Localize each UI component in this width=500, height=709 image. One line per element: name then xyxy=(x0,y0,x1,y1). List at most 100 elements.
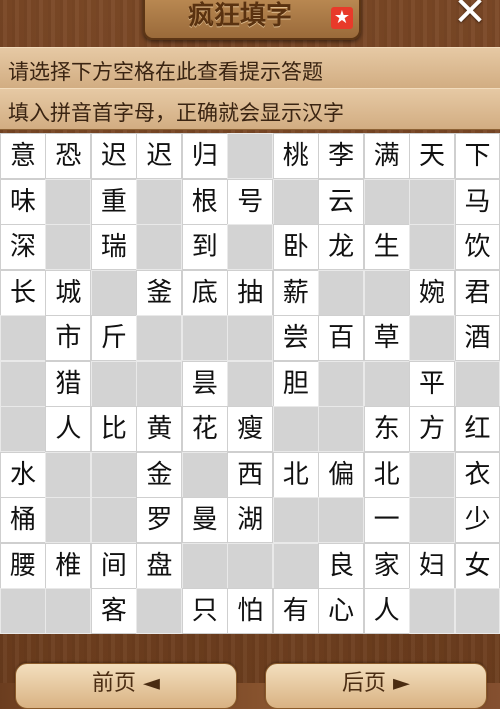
grid-cell[interactable]: 罗 xyxy=(136,497,183,544)
grid-cell[interactable]: 金 xyxy=(136,451,183,498)
grid-cell[interactable]: 黄 xyxy=(136,406,183,453)
grid-cell-blank[interactable] xyxy=(181,451,228,498)
grid-cell-blank[interactable] xyxy=(227,360,274,407)
grid-cell-blank[interactable] xyxy=(181,315,228,362)
grid-cell-blank[interactable] xyxy=(363,360,410,407)
grid-cell[interactable]: 水 xyxy=(0,451,46,498)
grid-cell[interactable]: 北 xyxy=(363,451,410,498)
grid-cell[interactable]: 有 xyxy=(272,588,319,635)
grid-cell[interactable]: 龙 xyxy=(318,224,365,271)
grid-cell[interactable]: 长 xyxy=(0,269,46,316)
grid-cell[interactable]: 马 xyxy=(454,178,500,225)
grid-cell-blank[interactable] xyxy=(454,360,500,407)
grid-cell-blank[interactable] xyxy=(45,497,92,544)
grid-cell-blank[interactable] xyxy=(409,224,456,271)
grid-cell-blank[interactable] xyxy=(90,451,137,498)
prev-page-button[interactable]: 前页 ◄ xyxy=(15,663,237,709)
grid-cell-blank[interactable] xyxy=(363,269,410,316)
grid-cell-blank[interactable] xyxy=(272,406,319,453)
grid-cell[interactable]: 深 xyxy=(0,224,46,271)
grid-cell[interactable]: 胆 xyxy=(272,360,319,407)
grid-cell-blank[interactable] xyxy=(318,406,365,453)
grid-cell-blank[interactable] xyxy=(136,178,183,225)
grid-cell-blank[interactable] xyxy=(227,315,274,362)
grid-cell-blank[interactable] xyxy=(409,315,456,362)
grid-cell[interactable]: 根 xyxy=(181,178,228,225)
grid-cell[interactable]: 云 xyxy=(318,178,365,225)
grid-cell[interactable]: 天 xyxy=(409,133,456,180)
grid-cell[interactable]: 酒 xyxy=(454,315,500,362)
grid-cell-blank[interactable] xyxy=(45,224,92,271)
grid-cell[interactable]: 一 xyxy=(363,497,410,544)
grid-cell[interactable]: 到 xyxy=(181,224,228,271)
grid-cell[interactable]: 生 xyxy=(363,224,410,271)
grid-cell-blank[interactable] xyxy=(45,451,92,498)
grid-cell[interactable]: 迟 xyxy=(136,133,183,180)
grid-cell[interactable]: 瑞 xyxy=(90,224,137,271)
grid-cell[interactable]: 腰 xyxy=(0,542,46,589)
grid-cell-blank[interactable] xyxy=(0,360,46,407)
grid-cell[interactable]: 花 xyxy=(181,406,228,453)
grid-cell[interactable]: 平 xyxy=(409,360,456,407)
grid-cell[interactable]: 只 xyxy=(181,588,228,635)
grid-cell[interactable]: 意 xyxy=(0,133,46,180)
grid-cell[interactable]: 西 xyxy=(227,451,274,498)
grid-cell-blank[interactable] xyxy=(272,542,319,589)
grid-cell-blank[interactable] xyxy=(90,497,137,544)
grid-cell-blank[interactable] xyxy=(181,542,228,589)
grid-cell[interactable]: 底 xyxy=(181,269,228,316)
grid-cell-blank[interactable] xyxy=(272,497,319,544)
grid-cell[interactable]: 衣 xyxy=(454,451,500,498)
grid-cell[interactable]: 方 xyxy=(409,406,456,453)
grid-cell-blank[interactable] xyxy=(0,406,46,453)
grid-cell[interactable]: 人 xyxy=(363,588,410,635)
grid-cell[interactable]: 归 xyxy=(181,133,228,180)
grid-cell[interactable]: 东 xyxy=(363,406,410,453)
grid-cell[interactable]: 号 xyxy=(227,178,274,225)
grid-cell-blank[interactable] xyxy=(0,588,46,635)
grid-cell[interactable]: 下 xyxy=(454,133,500,180)
grid-cell[interactable]: 北 xyxy=(272,451,319,498)
grid-cell-blank[interactable] xyxy=(318,360,365,407)
grid-cell[interactable]: 百 xyxy=(318,315,365,362)
grid-cell[interactable]: 湖 xyxy=(227,497,274,544)
grid-cell-blank[interactable] xyxy=(409,588,456,635)
grid-cell-blank[interactable] xyxy=(318,269,365,316)
grid-cell[interactable]: 客 xyxy=(90,588,137,635)
grid-cell[interactable]: 偏 xyxy=(318,451,365,498)
grid-cell[interactable]: 味 xyxy=(0,178,46,225)
grid-cell[interactable]: 抽 xyxy=(227,269,274,316)
grid-cell-blank[interactable] xyxy=(227,133,274,180)
grid-cell-blank[interactable] xyxy=(409,451,456,498)
grid-cell[interactable]: 君 xyxy=(454,269,500,316)
grid-cell[interactable]: 少 xyxy=(454,497,500,544)
grid-cell[interactable]: 卧 xyxy=(272,224,319,271)
grid-cell-blank[interactable] xyxy=(272,178,319,225)
grid-cell[interactable]: 重 xyxy=(90,178,137,225)
grid-cell[interactable]: 桃 xyxy=(272,133,319,180)
grid-cell-blank[interactable] xyxy=(45,178,92,225)
grid-cell[interactable]: 城 xyxy=(45,269,92,316)
grid-cell[interactable]: 女 xyxy=(454,542,500,589)
grid-cell[interactable]: 比 xyxy=(90,406,137,453)
grid-cell[interactable]: 红 xyxy=(454,406,500,453)
grid-cell[interactable]: 曼 xyxy=(181,497,228,544)
grid-cell[interactable]: 饮 xyxy=(454,224,500,271)
grid-cell[interactable]: 心 xyxy=(318,588,365,635)
grid-cell-blank[interactable] xyxy=(0,315,46,362)
grid-cell[interactable]: 怕 xyxy=(227,588,274,635)
grid-cell[interactable]: 尝 xyxy=(272,315,319,362)
grid-cell-blank[interactable] xyxy=(454,588,500,635)
grid-cell[interactable]: 盘 xyxy=(136,542,183,589)
grid-cell[interactable]: 迟 xyxy=(90,133,137,180)
grid-cell-blank[interactable] xyxy=(136,588,183,635)
grid-cell[interactable]: 釜 xyxy=(136,269,183,316)
grid-cell[interactable]: 恐 xyxy=(45,133,92,180)
grid-cell-blank[interactable] xyxy=(227,224,274,271)
grid-cell-blank[interactable] xyxy=(90,360,137,407)
grid-cell-blank[interactable] xyxy=(136,224,183,271)
grid-cell[interactable]: 猎 xyxy=(45,360,92,407)
grid-cell[interactable]: 瘦 xyxy=(227,406,274,453)
grid-cell[interactable]: 薪 xyxy=(272,269,319,316)
grid-cell[interactable]: 人 xyxy=(45,406,92,453)
